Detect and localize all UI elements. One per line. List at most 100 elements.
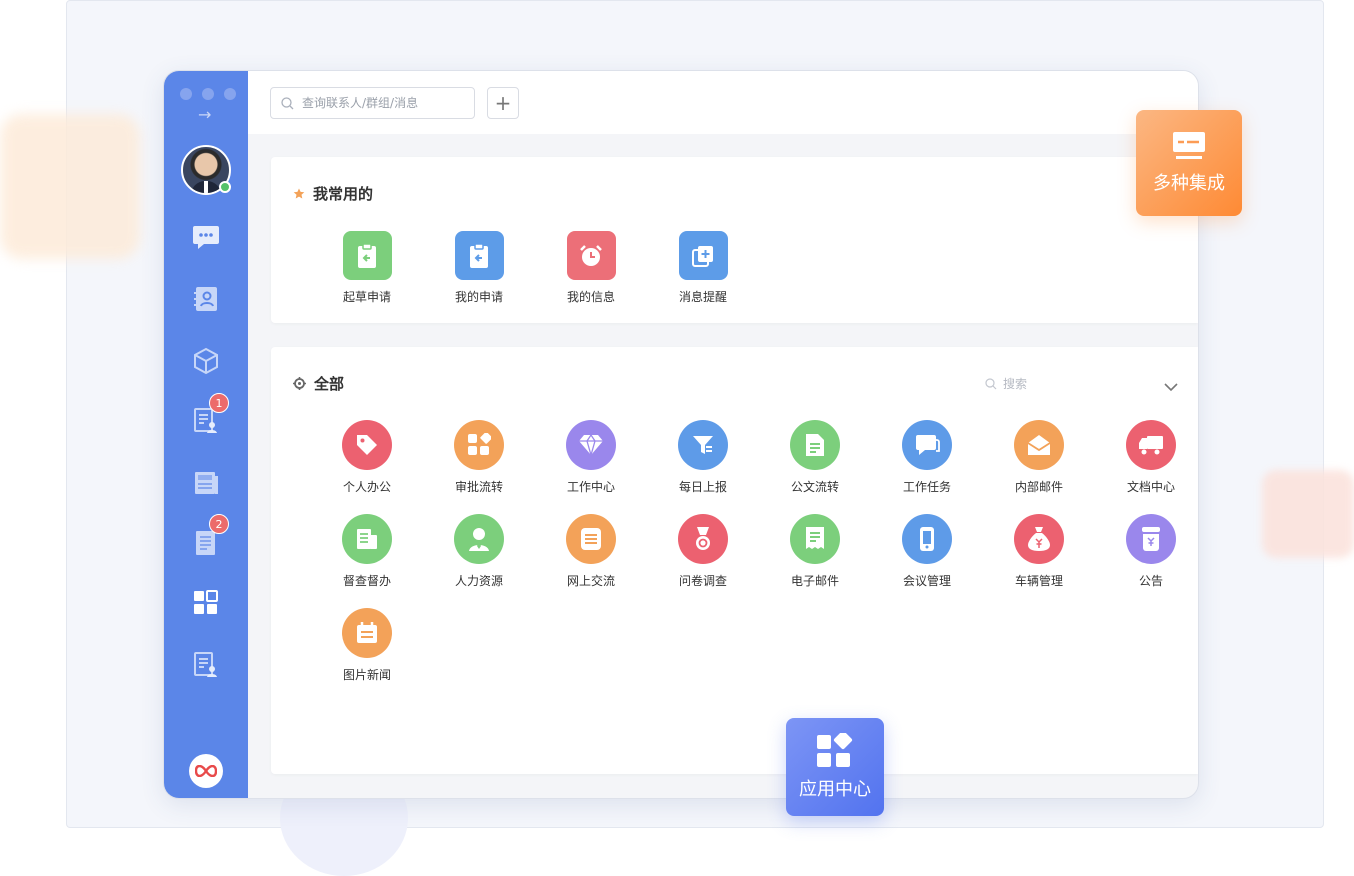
multi-integration-label: 多种集成 — [1153, 173, 1225, 194]
app-label: 消息提醒 — [678, 290, 727, 304]
cube-icon[interactable] — [192, 347, 220, 375]
expand-arrow-icon[interactable]: → — [198, 105, 211, 124]
window-dot[interactable] — [202, 88, 214, 100]
search-box[interactable] — [270, 87, 475, 119]
app-item[interactable]: 电子邮件 — [759, 514, 871, 608]
decorative-blob — [0, 114, 140, 259]
diamond-icon — [566, 420, 616, 470]
search-input[interactable] — [300, 95, 464, 111]
sidebar: → 1 2 — [164, 71, 248, 798]
app-item[interactable]: 会议管理 — [871, 514, 983, 608]
search-icon — [281, 96, 294, 109]
app-search[interactable]: 搜索 — [985, 375, 1027, 392]
app-item[interactable]: 网上交流 — [535, 514, 647, 608]
favorites-card: 我常用的 起草申请 我的申请 我的信息 消息提醒 — [271, 157, 1198, 323]
app-label: 问卷调查 — [678, 574, 727, 588]
app-item[interactable]: 每日上报 — [647, 420, 759, 514]
app-label: 我的信息 — [566, 290, 615, 304]
app-label: 网上交流 — [566, 574, 615, 588]
medal-icon — [678, 514, 728, 564]
app-item[interactable]: 工作任务 — [871, 420, 983, 514]
chevron-down-icon[interactable] — [1164, 377, 1178, 396]
app-item[interactable]: 问卷调查 — [647, 514, 759, 608]
clipboard-icon — [454, 231, 504, 280]
app-item-my-info[interactable]: 我的信息 — [535, 231, 647, 325]
add-copy-icon — [678, 231, 728, 280]
app-label: 督查督办 — [342, 574, 391, 588]
app-item[interactable]: 审批流转 — [423, 420, 535, 514]
notification-badge: 2 — [209, 514, 229, 534]
all-apps-grid: 个人办公 审批流转 工作中心 每日上报 公文流转 工作任务 内部邮件 文档中心 … — [311, 420, 1198, 702]
app-label: 图片新闻 — [342, 668, 391, 682]
app-label: 内部邮件 — [1014, 480, 1063, 494]
filter-icon — [678, 420, 728, 470]
app-label: 车辆管理 — [1014, 574, 1063, 588]
app-item[interactable]: 图片新闻 — [311, 608, 423, 702]
calendar-icon — [342, 608, 392, 658]
apps-grid-icon[interactable] — [192, 589, 220, 617]
receipt-icon — [790, 514, 840, 564]
all-apps-card: 全部 搜索 个人办公 审批流转 工作中心 每日上报 公文流转 工作任务 内部邮件… — [271, 347, 1198, 774]
contacts-icon[interactable] — [192, 285, 220, 313]
app-item-msg-remind[interactable]: 消息提醒 — [647, 231, 759, 325]
online-status-icon — [219, 181, 231, 193]
all-apps-title: 全部 — [314, 375, 345, 393]
app-search-placeholder[interactable]: 搜索 — [1003, 375, 1027, 392]
app-item[interactable]: 文档中心 — [1095, 420, 1198, 514]
doc-icon — [342, 514, 392, 564]
app-label: 工作任务 — [902, 480, 951, 494]
app-item-my-apply[interactable]: 我的申请 — [423, 231, 535, 325]
file-icon — [790, 420, 840, 470]
app-label: 会议管理 — [902, 574, 951, 588]
gear-icon — [293, 377, 306, 390]
chat-icon[interactable] — [192, 223, 220, 251]
message-icon — [902, 420, 952, 470]
app-item[interactable]: 个人办公 — [311, 420, 423, 514]
envelope-icon — [1014, 420, 1064, 470]
alarm-icon — [566, 231, 616, 280]
blocks-icon — [454, 420, 504, 470]
app-label: 电子邮件 — [790, 574, 839, 588]
app-label: 文档中心 — [1126, 480, 1175, 494]
favorites-title: 我常用的 — [313, 185, 374, 203]
window-controls — [180, 88, 236, 100]
multi-integration-badge: 多种集成 — [1136, 110, 1242, 216]
brand-logo-icon[interactable] — [189, 754, 223, 788]
app-item[interactable]: 车辆管理 — [983, 514, 1095, 608]
topbar: + — [248, 71, 1198, 134]
all-apps-header: 全部 — [293, 373, 344, 394]
jar-icon — [1126, 514, 1176, 564]
app-item[interactable]: 督查督办 — [311, 514, 423, 608]
app-label: 公告 — [1138, 574, 1163, 588]
phone-icon — [902, 514, 952, 564]
app-label: 起草申请 — [342, 290, 391, 304]
decorative-blob — [1262, 470, 1354, 558]
app-item[interactable]: 公文流转 — [759, 420, 871, 514]
app-label: 人力资源 — [454, 574, 503, 588]
integration-icon — [1173, 132, 1205, 159]
app-label: 审批流转 — [454, 480, 503, 494]
app-center-icon — [817, 733, 853, 767]
app-label: 我的申请 — [454, 290, 503, 304]
favorites-grid: 起草申请 我的申请 我的信息 消息提醒 — [311, 231, 1198, 325]
app-item-draft-apply[interactable]: 起草申请 — [311, 231, 423, 325]
app-item[interactable]: 工作中心 — [535, 420, 647, 514]
app-item[interactable]: 人力资源 — [423, 514, 535, 608]
tag-icon — [342, 420, 392, 470]
favorites-header: 我常用的 — [293, 183, 373, 204]
add-button[interactable]: + — [487, 87, 519, 119]
money-bag-icon — [1014, 514, 1064, 564]
window-dot[interactable] — [224, 88, 236, 100]
truck-icon — [1126, 420, 1176, 470]
app-label: 每日上报 — [678, 480, 727, 494]
window-dot[interactable] — [180, 88, 192, 100]
app-window: → 1 2 查询联系人/群组/消息 + 我常用的 起草申请 我的申请 我的信息 … — [163, 70, 1199, 799]
app-center-label: 应用中心 — [799, 779, 871, 800]
app-label: 个人办公 — [342, 480, 391, 494]
doc-person-icon[interactable] — [192, 651, 220, 679]
app-item[interactable]: 公告 — [1095, 514, 1198, 608]
app-center-badge: 应用中心 — [786, 718, 884, 816]
list-icon — [566, 514, 616, 564]
app-item[interactable]: 内部邮件 — [983, 420, 1095, 514]
news-icon[interactable] — [192, 469, 220, 497]
